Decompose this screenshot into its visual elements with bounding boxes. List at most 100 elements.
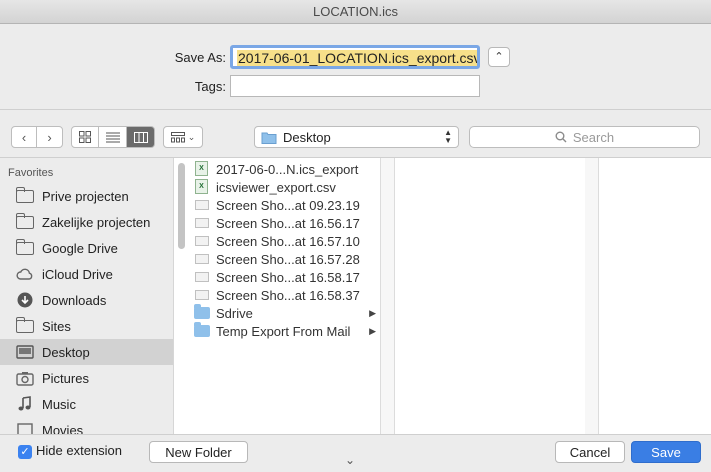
sidebar-item-google-drive[interactable]: Google Drive: [0, 235, 173, 261]
sidebar-item-movies[interactable]: Movies: [0, 417, 173, 434]
sidebar-item-pictures[interactable]: Pictures: [0, 365, 173, 391]
sidebar-item-label: Zakelijke projecten: [42, 214, 151, 230]
cloud-icon: [16, 268, 33, 280]
disclosure-triangle-icon: ▶: [369, 307, 376, 318]
image-icon: [194, 287, 210, 303]
chevron-up-icon: ⌃: [494, 51, 504, 63]
browser-toolbar: ‹ › ⌄ Desktop ▲ ▼ Search: [0, 110, 711, 158]
sidebar-item-label: iCloud Drive: [42, 266, 113, 282]
column-gutter: [585, 158, 599, 434]
expand-panel-button[interactable]: ⌃: [488, 47, 510, 67]
file-name: Screen Sho...at 16.58.37: [216, 287, 360, 303]
sidebar-item-label: Google Drive: [42, 240, 118, 256]
image-icon: [194, 233, 210, 249]
location-popup[interactable]: Desktop ▲ ▼: [254, 126, 459, 148]
sidebar-item-label: Movies: [42, 422, 84, 435]
file-row[interactable]: Screen Sho...at 16.58.37: [194, 286, 378, 304]
save-as-value: 2017-06-01_LOCATION.ics_export.csv: [237, 50, 480, 66]
folder-name: Sdrive: [216, 305, 253, 321]
sidebar-item-desktop[interactable]: Desktop: [0, 339, 173, 365]
file-row[interactable]: Screen Sho...at 16.57.10: [194, 232, 378, 250]
file-row[interactable]: X 2017-06-0...N.ics_export: [194, 160, 378, 178]
back-button[interactable]: ‹: [11, 126, 37, 148]
chevron-left-icon: ‹: [21, 129, 27, 145]
desktop-icon: [16, 345, 34, 359]
camera-icon: [16, 372, 34, 386]
save-button[interactable]: Save: [631, 441, 701, 463]
column-gutter: [381, 158, 395, 434]
download-icon: [17, 292, 33, 308]
icon-view-button[interactable]: [71, 126, 99, 148]
sidebar-item-downloads[interactable]: Downloads: [0, 287, 173, 313]
file-row[interactable]: Screen Sho...at 16.58.17: [194, 268, 378, 286]
sidebar-item-zakelijke-projecten[interactable]: Zakelijke projecten: [0, 209, 173, 235]
window-title: LOCATION.ics: [313, 4, 398, 19]
column-scrollbar[interactable]: [178, 163, 185, 249]
folder-row[interactable]: Sdrive ▶: [194, 304, 378, 322]
save-as-area: Save As: 2017-06-01_LOCATION.ics_export.…: [0, 24, 711, 110]
sidebar-item-label: Desktop: [42, 344, 90, 360]
sidebar-item-icloud-drive[interactable]: iCloud Drive: [0, 261, 173, 287]
tags-field[interactable]: [230, 75, 480, 97]
file-row[interactable]: Screen Sho...at 16.56.17: [194, 214, 378, 232]
file-name: Screen Sho...at 16.57.10: [216, 233, 360, 249]
forward-button[interactable]: ›: [37, 126, 63, 148]
file-name: Screen Sho...at 16.56.17: [216, 215, 360, 231]
folder-icon: [15, 187, 34, 204]
file-name: icsviewer_export.csv: [216, 179, 336, 195]
hide-extension-checkbox[interactable]: ✓: [18, 445, 32, 459]
cancel-button[interactable]: Cancel: [555, 441, 625, 463]
checkmark-icon: ✓: [20, 446, 30, 458]
chevron-down-icon: ⌄: [187, 131, 196, 142]
sidebar-item-sites[interactable]: Sites: [0, 313, 173, 339]
music-note-icon: [18, 396, 31, 411]
chevron-down-icon[interactable]: ⌄: [345, 453, 355, 467]
spreadsheet-icon: X: [194, 161, 210, 177]
disclosure-triangle-icon: ▶: [369, 325, 376, 336]
location-label: Desktop: [283, 129, 331, 145]
folder-icon: [194, 322, 210, 339]
sidebar-item-prive-projecten[interactable]: Prive projecten: [0, 183, 173, 209]
search-input[interactable]: Search: [469, 126, 700, 148]
hide-extension-label: Hide extension: [36, 443, 122, 458]
file-row[interactable]: X icsviewer_export.csv: [194, 178, 378, 196]
sidebar-item-label: Pictures: [42, 370, 89, 386]
bottom-bar: ✓ Hide extension New Folder ⌄ Cancel Sav…: [0, 434, 711, 472]
arrange-button[interactable]: ⌄: [163, 126, 203, 148]
arrange-icon: [170, 131, 185, 142]
sidebar-item-label: Downloads: [42, 292, 107, 308]
column-view-button[interactable]: [127, 126, 155, 148]
folder-name: Temp Export From Mail: [216, 323, 351, 339]
file-row[interactable]: Screen Sho...at 09.23.19: [194, 196, 378, 214]
sidebar-heading: Favorites: [8, 167, 54, 179]
chevron-right-icon: ›: [47, 129, 52, 145]
sidebar-item-label: Music: [42, 396, 76, 412]
sidebar-item-music[interactable]: Music: [0, 391, 173, 417]
sidebar-item-label: Sites: [42, 318, 71, 334]
columns-icon: [133, 131, 148, 143]
desktop-column: X 2017-06-0...N.ics_export X icsviewer_e…: [174, 158, 381, 434]
grid-icon: [79, 131, 91, 143]
folder-icon: [15, 239, 34, 256]
image-icon: [194, 215, 210, 231]
search-placeholder: Search: [572, 129, 615, 145]
list-icon: [105, 132, 120, 142]
search-icon: [555, 131, 567, 143]
list-view-button[interactable]: [99, 126, 127, 148]
image-icon: [194, 251, 210, 267]
folder-row[interactable]: Temp Export From Mail ▶: [194, 322, 378, 340]
window-title-bar: LOCATION.ics: [0, 0, 711, 24]
folder-icon: [261, 132, 277, 144]
document-icon: [194, 197, 210, 213]
sidebar-item-label: Prive projecten: [42, 188, 129, 204]
image-icon: [194, 269, 210, 285]
file-name: 2017-06-0...N.ics_export: [216, 161, 359, 177]
save-as-field[interactable]: 2017-06-01_LOCATION.ics_export.csv: [230, 45, 480, 69]
tags-label: Tags:: [194, 79, 226, 94]
file-row[interactable]: Screen Sho...at 16.57.28: [194, 250, 378, 268]
sidebar: Favorites Prive projecten Zakelijke proj…: [0, 158, 174, 434]
folder-icon: [194, 304, 210, 321]
folder-icon: [15, 213, 34, 230]
new-folder-button[interactable]: New Folder: [149, 441, 248, 463]
file-name: Screen Sho...at 09.23.19: [216, 197, 360, 213]
